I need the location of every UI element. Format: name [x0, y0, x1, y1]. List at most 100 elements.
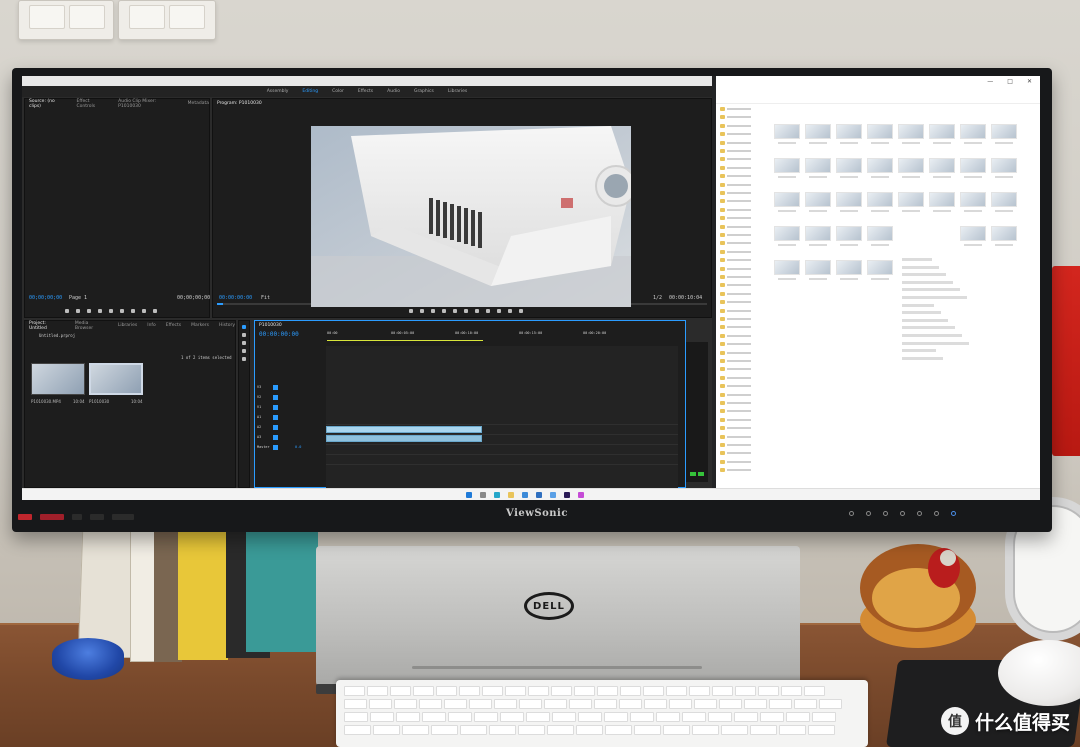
razor-tool[interactable] [242, 349, 246, 353]
track-target-toggle[interactable] [273, 415, 278, 420]
power-button[interactable] [951, 511, 956, 516]
menu-item[interactable] [902, 311, 941, 315]
track-select-tool[interactable] [242, 333, 246, 337]
in-button[interactable] [420, 309, 424, 313]
workspace-tab[interactable]: Effects [358, 89, 373, 94]
project-tab[interactable]: History [219, 323, 235, 328]
photo-thumbnail[interactable] [774, 124, 800, 139]
project-tab[interactable]: Media Browser [75, 321, 108, 331]
project-tab[interactable]: Libraries [118, 323, 137, 328]
osd-button[interactable] [849, 511, 854, 516]
project-tab[interactable]: Project: Untitled [29, 321, 65, 331]
store-icon[interactable] [522, 492, 528, 498]
project-tab[interactable]: Info [147, 323, 156, 328]
photo-thumbnail[interactable] [805, 124, 831, 139]
export-frame-button[interactable] [153, 309, 157, 313]
photos-icon[interactable] [550, 492, 556, 498]
photo-thumbnail[interactable] [991, 158, 1017, 173]
project-tab[interactable]: Effects [166, 323, 181, 328]
workspace-tab[interactable]: Audio [387, 89, 400, 94]
photo-thumbnail[interactable] [867, 192, 893, 207]
marker-button[interactable] [65, 309, 69, 313]
workspace-tab[interactable]: Editing [302, 89, 318, 94]
play-button[interactable] [109, 309, 113, 313]
photo-thumbnail[interactable] [867, 260, 893, 275]
workspace-tab[interactable]: Assembly [267, 89, 289, 94]
photo-thumbnail[interactable] [929, 192, 955, 207]
step-back-button[interactable] [98, 309, 102, 313]
photo-thumbnail[interactable] [960, 158, 986, 173]
photo-thumbnail[interactable] [867, 124, 893, 139]
explorer-icon[interactable] [508, 492, 514, 498]
photo-thumbnail[interactable] [867, 158, 893, 173]
clip-thumbnail[interactable] [31, 363, 85, 395]
photo-thumbnail[interactable] [774, 226, 800, 241]
in-button[interactable] [76, 309, 80, 313]
menu-item[interactable] [902, 296, 967, 299]
photo-thumbnail[interactable] [836, 192, 862, 207]
menu-item[interactable] [902, 273, 946, 277]
workspace-tab[interactable]: Libraries [448, 89, 467, 94]
menu-item[interactable] [902, 258, 932, 261]
photo-thumbnail[interactable] [836, 124, 862, 139]
lift-button[interactable] [497, 309, 501, 313]
menu-item[interactable] [902, 341, 969, 345]
source-tab[interactable]: Metadata [188, 101, 209, 106]
play-button[interactable] [464, 309, 468, 313]
osd-button[interactable] [883, 511, 888, 516]
photo-thumbnail[interactable] [805, 192, 831, 207]
menu-item[interactable] [902, 356, 943, 360]
clip-thumbnail-selected[interactable] [89, 363, 143, 395]
source-page[interactable]: Page 1 [69, 295, 87, 301]
menu-item[interactable] [902, 326, 955, 330]
ripple-edit-tool[interactable] [242, 341, 246, 345]
selection-tool[interactable] [242, 325, 246, 329]
menu-item[interactable] [902, 349, 936, 353]
photo-thumbnail[interactable] [898, 192, 924, 207]
menu-item[interactable] [902, 288, 960, 292]
out-button[interactable] [87, 309, 91, 313]
audio-clip[interactable] [326, 435, 482, 442]
marker-button[interactable] [409, 309, 413, 313]
export-frame-button[interactable] [519, 309, 523, 313]
photo-thumbnail[interactable] [898, 124, 924, 139]
osd-button[interactable] [900, 511, 905, 516]
menu-item[interactable] [902, 280, 953, 284]
slip-tool[interactable] [242, 357, 246, 361]
step-back-button[interactable] [453, 309, 457, 313]
tab-program[interactable]: Program: P1010030 [217, 101, 262, 106]
photo-thumbnail[interactable] [929, 158, 955, 173]
menu-item[interactable] [902, 334, 962, 337]
extract-button[interactable] [508, 309, 512, 313]
source-tab[interactable]: Source: (no clips) [29, 99, 67, 109]
menu-item[interactable] [902, 318, 948, 322]
osd-button[interactable] [934, 511, 939, 516]
step-forward-button[interactable] [475, 309, 479, 313]
overwrite-button[interactable] [142, 309, 146, 313]
search-icon[interactable] [480, 492, 486, 498]
menu-item[interactable] [902, 265, 939, 269]
osd-button[interactable] [866, 511, 871, 516]
start-icon[interactable] [466, 492, 472, 498]
track-target-toggle[interactable] [273, 405, 278, 410]
go-to-out-button[interactable] [486, 309, 490, 313]
photo-thumbnail[interactable] [867, 226, 893, 241]
photo-thumbnail[interactable] [991, 192, 1017, 207]
edge-icon[interactable] [494, 492, 500, 498]
track-target-toggle[interactable] [273, 425, 278, 430]
tab-sequence[interactable]: P1010030 [259, 323, 282, 328]
photo-thumbnail[interactable] [774, 192, 800, 207]
source-tab[interactable]: Audio Clip Mixer: P1010030 [118, 99, 178, 109]
browser-icon[interactable] [578, 492, 584, 498]
program-zoom[interactable]: 1/2 [653, 295, 662, 301]
photo-thumbnail[interactable] [805, 260, 831, 275]
photo-thumbnail[interactable] [836, 158, 862, 173]
workspace-tab[interactable]: Graphics [414, 89, 434, 94]
track-target-toggle[interactable] [273, 435, 278, 440]
photo-thumbnail[interactable] [929, 124, 955, 139]
source-tab[interactable]: Effect Controls [77, 99, 109, 109]
photo-thumbnail[interactable] [960, 124, 986, 139]
program-fit-select[interactable]: Fit [261, 295, 270, 301]
insert-button[interactable] [131, 309, 135, 313]
out-button[interactable] [431, 309, 435, 313]
